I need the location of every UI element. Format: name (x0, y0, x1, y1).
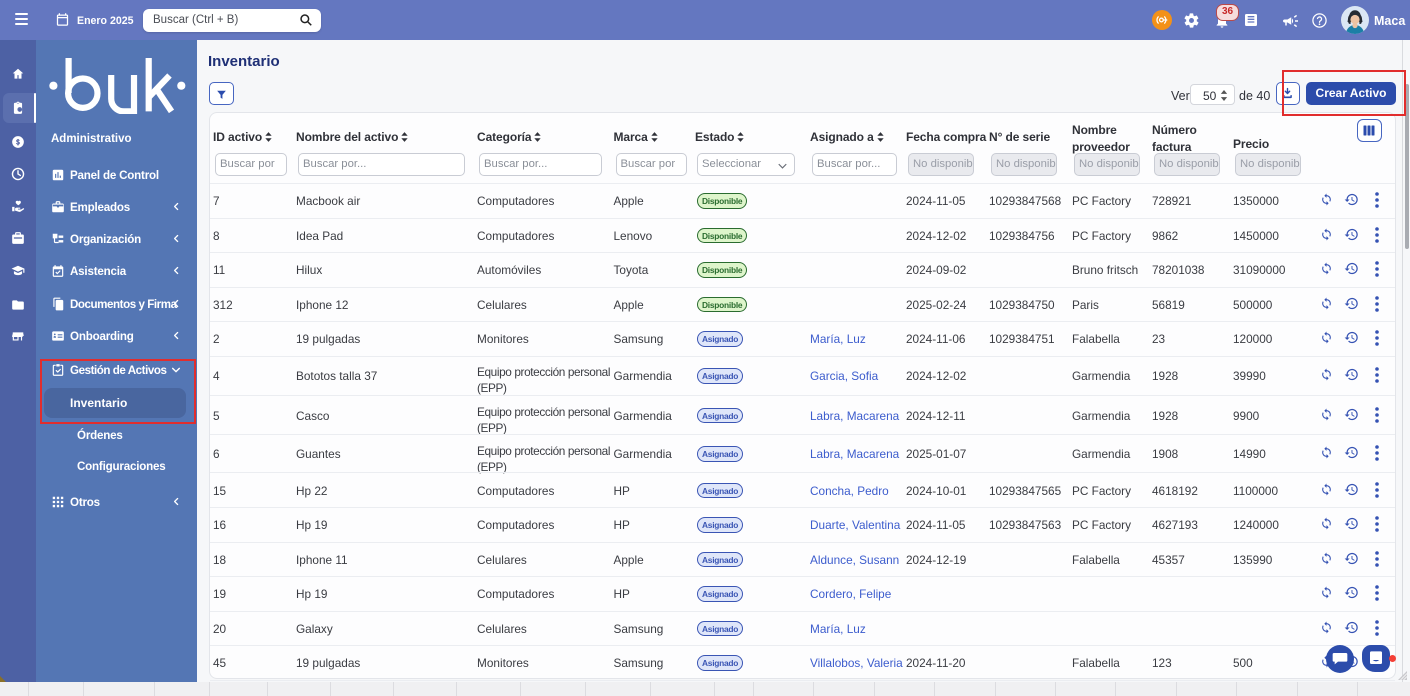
svg-text:$: $ (16, 140, 20, 147)
